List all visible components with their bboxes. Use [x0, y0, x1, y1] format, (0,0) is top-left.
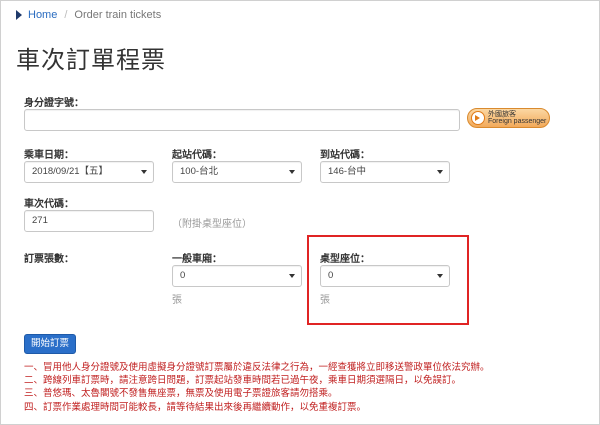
- chevron-down-icon: [437, 274, 443, 278]
- to-station-label: 到站代碼：: [320, 150, 370, 161]
- table-seat-unit: 張: [320, 295, 330, 306]
- date-select-value: 2018/09/21【五】: [32, 166, 109, 177]
- start-booking-button[interactable]: 開始訂票: [24, 334, 76, 354]
- from-station-label: 起站代碼：: [172, 150, 222, 161]
- train-number-input[interactable]: 271: [24, 210, 154, 232]
- notes-list: 一、冒用他人身分證號及使用虛擬身分證號訂票屬於違反法律之行為，一經查獲將立即移送…: [24, 361, 584, 414]
- arrow-icon: [471, 111, 485, 125]
- table-seat-label: 桌型座位：: [320, 254, 370, 265]
- breadcrumb: Home / Order train tickets: [16, 6, 161, 24]
- table-seat-value: 0: [328, 270, 334, 281]
- note-item: 三、普悠瑪、太魯閣號不發售無座票，無票及使用電子票證旅客請勿搭乘。: [24, 388, 338, 400]
- foreign-passenger-line2: Foreign passenger: [488, 118, 547, 125]
- note-item: 二、跨線列車訂票時，請注意跨日問題，訂票起站發車時間若已過午夜，乘車日期須選隔日…: [24, 375, 462, 387]
- regular-car-label: 一般車廂：: [172, 254, 222, 265]
- foreign-passenger-button[interactable]: 外國旅客 Foreign passenger: [467, 108, 550, 128]
- note-item: 四、訂票作業處理時間可能較長，請等待結果出來後再繼續動作，以免重複訂票。: [24, 401, 367, 413]
- breadcrumb-home-link[interactable]: Home: [28, 9, 57, 21]
- caret-right-icon: [16, 10, 22, 20]
- breadcrumb-current: Order train tickets: [74, 9, 162, 21]
- chevron-down-icon: [141, 170, 147, 174]
- breadcrumb-separator: /: [64, 9, 68, 21]
- to-station-value: 146-台中: [328, 166, 367, 177]
- date-label: 乘車日期：: [24, 150, 74, 161]
- ticket-count-label: 訂票張數：: [24, 254, 74, 265]
- id-number-input[interactable]: [24, 109, 460, 131]
- train-number-label: 車次代碼：: [24, 199, 74, 210]
- chevron-down-icon: [289, 170, 295, 174]
- regular-car-select[interactable]: 0: [172, 265, 302, 287]
- regular-car-unit: 張: [172, 295, 182, 306]
- regular-car-value: 0: [180, 270, 186, 281]
- foreign-passenger-line1: 外國旅客: [488, 110, 516, 118]
- page-title: 車次訂單程票: [16, 46, 166, 74]
- chevron-down-icon: [437, 170, 443, 174]
- table-seat-select[interactable]: 0: [320, 265, 450, 287]
- chevron-down-icon: [289, 274, 295, 278]
- from-station-value: 100-台北: [180, 166, 219, 177]
- from-station-select[interactable]: 100-台北: [172, 161, 302, 183]
- to-station-select[interactable]: 146-台中: [320, 161, 450, 183]
- train-hint: （附掛桌型座位）: [172, 219, 252, 230]
- note-item: 一、冒用他人身分證號及使用虛擬身分證號訂票屬於違反法律之行為，一經查獲將立即移送…: [24, 362, 490, 373]
- date-select[interactable]: 2018/09/21【五】: [24, 161, 154, 183]
- id-number-label: 身分證字號：: [24, 98, 84, 109]
